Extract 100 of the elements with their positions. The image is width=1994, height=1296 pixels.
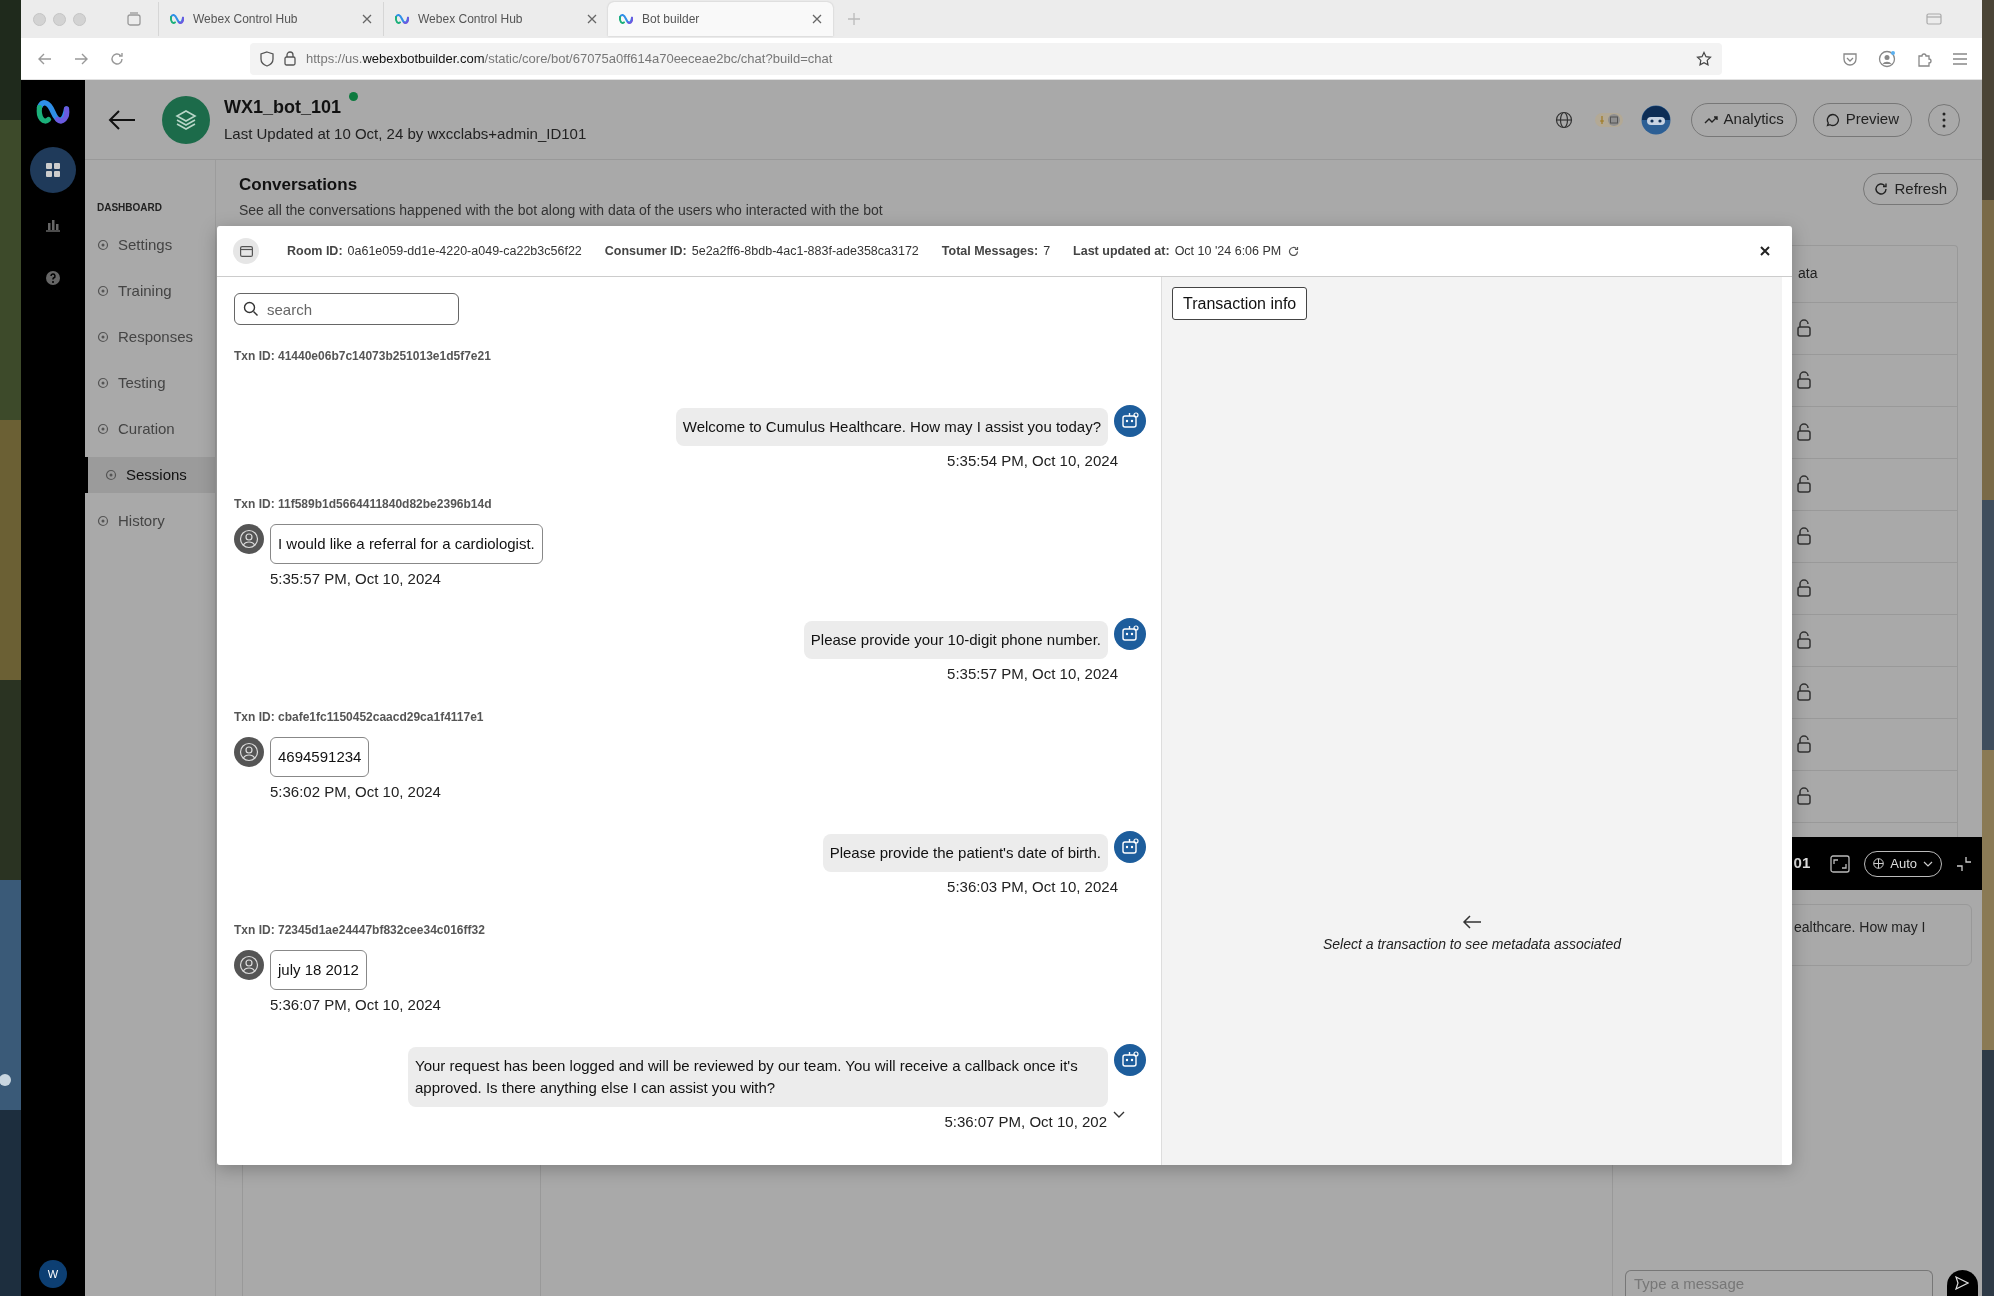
chevron-down-icon <box>1923 860 1933 867</box>
nav-item-icon <box>97 423 109 435</box>
nav-item-icon <box>97 285 109 297</box>
chevron-down-icon <box>1113 1110 1125 1118</box>
globe-icon <box>1873 858 1885 869</box>
column-header: ata <box>1798 264 1818 283</box>
field-value: Oct 10 '24 6:06 PM <box>1174 242 1282 260</box>
reload-icon[interactable] <box>109 50 125 67</box>
browser-tab[interactable]: Bot builder <box>608 2 833 36</box>
webex-logo-icon[interactable] <box>35 97 71 127</box>
unlock-icon <box>1796 579 1812 597</box>
user-message: I would like a referral for a cardiologist. <box>270 523 543 564</box>
webex-logo-icon <box>394 11 410 27</box>
chat-widget-title: 01 <box>1793 853 1811 874</box>
transaction-id: Txn ID: 11f589b1d5664411840d82be2396b14d <box>234 495 493 513</box>
back-arrow-icon[interactable] <box>107 107 137 132</box>
bot-avatar-icon <box>1114 1044 1146 1076</box>
field-label: Last updated at: <box>1073 242 1170 260</box>
bot-name: WX1_bot_101 <box>224 95 342 119</box>
page-subtitle: See all the conversations happened with the bot along with data of the users who interacted with the bot <box>239 200 883 220</box>
expand-icon[interactable] <box>1830 854 1851 873</box>
message-time: 5:36:07 PM, Oct 10, 202 <box>944 1112 1107 1132</box>
calendar-icon <box>239 245 253 257</box>
address-bar[interactable]: https://us.webexbotbuilder.com/static/core/bot/67075a0ff614a70eeceae2bc/chat?build=chat <box>250 42 1722 75</box>
account-icon[interactable] <box>1878 49 1896 68</box>
chat-bubble-icon <box>1825 112 1840 127</box>
unlock-icon <box>1796 735 1812 753</box>
last-updated-text: Last Updated at 10 Oct, 24 by wxcclabs+admin_ID101 <box>224 123 587 144</box>
bot-avatar-icon <box>1114 618 1146 650</box>
url-text: https://us.webexbotbuilder.com/static/core/bot/67075a0ff614a70eeceae2bc/chat?build=chat <box>306 49 834 68</box>
send-icon <box>1955 1276 1970 1290</box>
bot-message: Your request has been logged and will be reviewed by our team. You will receive a callback once it's approved. Is there anything else I can assist you with? <box>408 1047 1108 1107</box>
sidebar-item[interactable]: Responses <box>85 319 215 355</box>
nav-item-icon <box>97 331 109 343</box>
user-avatar-icon <box>234 949 264 980</box>
sidebar-item[interactable]: Testing <box>85 365 215 401</box>
unlock-icon <box>1796 527 1812 545</box>
field-value: 7 <box>1043 242 1051 260</box>
message-time: 5:36:02 PM, Oct 10, 2024 <box>270 781 442 802</box>
dashboard-icon <box>44 161 62 179</box>
refresh-icon[interactable] <box>1288 245 1300 257</box>
search-icon <box>243 301 259 317</box>
menu-icon[interactable] <box>1952 51 1968 66</box>
message-time: 5:35:54 PM, Oct 10, 2024 <box>947 451 1118 471</box>
lock-icon <box>284 51 296 66</box>
field-value: 5e2a2ff6-8bdb-4ac1-883f-ade358ca3172 <box>691 242 919 260</box>
user-avatar-icon <box>234 523 264 554</box>
unlock-icon <box>1796 631 1812 649</box>
unlock-icon <box>1796 683 1812 701</box>
sidebar-item[interactable]: Curation <box>85 411 215 447</box>
sidebar-item[interactable]: History <box>85 503 215 539</box>
user-message: 4694591234 <box>270 736 370 777</box>
message-text: ealthcare. How may I <box>1794 919 1926 935</box>
extension-icon[interactable] <box>1916 50 1932 67</box>
tab-overview-icon[interactable] <box>126 11 142 27</box>
bot-message: Welcome to Cumulus Healthcare. How may I assist you today? <box>675 408 1108 446</box>
star-icon[interactable] <box>1696 50 1712 67</box>
bot-avatar-icon <box>1114 405 1146 437</box>
sidebar-item[interactable]: Settings <box>85 227 215 263</box>
sidebar-item[interactable]: Training <box>85 273 215 309</box>
field-value: 0a61e059-dd1e-4220-a049-ca22b3c56f22 <box>347 242 582 260</box>
minimize-icon[interactable] <box>1956 855 1972 872</box>
layers-icon <box>174 107 198 132</box>
nav-rail-button[interactable] <box>30 147 76 193</box>
transaction-info-button[interactable]: Transaction info <box>1172 287 1308 320</box>
refresh-icon <box>1874 182 1889 196</box>
nav-item-icon <box>97 377 109 389</box>
robot-avatar-icon[interactable] <box>1640 104 1671 135</box>
field-label: Total Messages: <box>941 242 1039 260</box>
field-label: Consumer ID: <box>604 242 687 260</box>
bot-message: Please provide the patient's date of birth. <box>822 834 1108 872</box>
nav-item-icon <box>97 515 109 527</box>
unlock-icon <box>1796 319 1812 337</box>
sidebar-item[interactable]: Sessions <box>85 457 215 493</box>
message-time: 5:35:57 PM, Oct 10, 2024 <box>947 664 1118 684</box>
user-avatar[interactable]: W <box>39 1260 67 1288</box>
left-arrow-icon <box>1462 914 1482 930</box>
webex-logo-icon <box>618 11 634 27</box>
field-label: Room ID: <box>287 242 343 260</box>
globe-icon[interactable] <box>1554 110 1573 129</box>
empty-state-text: Select a transaction to see metadata associated <box>1322 935 1622 954</box>
help-icon <box>44 269 62 287</box>
media-controls-icon[interactable] <box>1594 110 1623 129</box>
transaction-id: Txn ID: 72345d1ae24447bf832cee34c016ff32 <box>234 921 486 939</box>
shield-icon <box>260 50 274 67</box>
close-icon[interactable] <box>1760 246 1770 256</box>
message-time: 5:36:07 PM, Oct 10, 2024 <box>270 994 442 1015</box>
search-field[interactable]: search <box>234 293 459 325</box>
sidebar-heading: DASHBOARD <box>96 201 163 215</box>
transaction-id: Txn ID: 41440e06b7c14073b251013e1d5f7e21 <box>234 348 492 365</box>
send-button[interactable] <box>1946 1270 1978 1296</box>
browser-tab[interactable]: Webex Control Hub <box>158 2 383 36</box>
page-title: Conversations <box>239 174 359 196</box>
bot-avatar-icon <box>1114 831 1146 863</box>
pocket-icon[interactable] <box>1842 50 1858 67</box>
user-avatar-icon <box>234 736 264 767</box>
bot-message: Please provide your 10-digit phone number. <box>803 621 1108 659</box>
unlock-icon <box>1796 475 1812 493</box>
message-time: 5:35:57 PM, Oct 10, 2024 <box>270 568 442 589</box>
user-message: july 18 2012 <box>270 949 367 990</box>
